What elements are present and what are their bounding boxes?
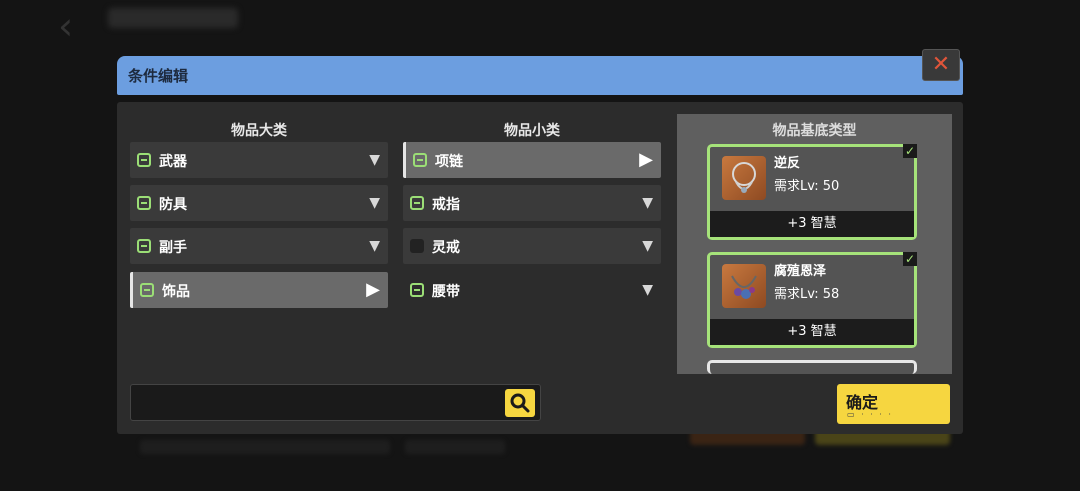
dialog-title: 条件编辑 bbox=[128, 67, 189, 85]
major-item-label: 副手 bbox=[159, 240, 187, 256]
back-arrow-icon: ‹ bbox=[58, 4, 74, 48]
background-bar bbox=[140, 440, 390, 454]
expand-right-arrow-icon: ▶ bbox=[639, 149, 653, 170]
base-item-name: 逆反 bbox=[774, 156, 801, 171]
major-item-label: 防具 bbox=[159, 197, 187, 213]
confirm-button[interactable]: 确定 ▭ · · · · bbox=[837, 384, 950, 424]
minor-item-label: 戒指 bbox=[432, 197, 460, 213]
major-item-accessory[interactable]: 饰品 ▶ bbox=[130, 272, 388, 308]
dropdown-arrow-icon: ▼ bbox=[369, 195, 380, 211]
background-title bbox=[108, 8, 238, 28]
base-item-name: 腐殖恩泽 bbox=[774, 264, 827, 279]
major-column-header: 物品大类 bbox=[231, 123, 287, 139]
major-item-label: 武器 bbox=[159, 154, 187, 170]
minor-item-ring[interactable]: 戒指 ▼ bbox=[403, 185, 661, 221]
minor-item-label: 项链 bbox=[435, 154, 463, 170]
keyboard-hint-icon: ▭ · · · · bbox=[847, 410, 893, 419]
major-item-offhand[interactable]: 副手 ▼ bbox=[130, 228, 388, 264]
base-item-stat: +3 智慧 bbox=[710, 211, 914, 237]
checkbox-partial-icon[interactable] bbox=[410, 283, 424, 297]
background-bar bbox=[405, 440, 505, 454]
close-icon: ✕ bbox=[931, 52, 951, 77]
base-item-card[interactable]: ✓ 腐殖恩泽 需求Lv: 58 +3 智慧 bbox=[707, 252, 917, 348]
expand-right-arrow-icon: ▶ bbox=[366, 279, 380, 300]
dropdown-arrow-icon: ▼ bbox=[369, 152, 380, 168]
minor-item-label: 灵戒 bbox=[432, 240, 460, 256]
dialog-header: 条件编辑 bbox=[117, 56, 963, 95]
checkbox-partial-icon[interactable] bbox=[137, 153, 151, 167]
necklace-item-icon bbox=[722, 156, 766, 200]
base-item-card[interactable]: ✓ 逆反 需求Lv: 50 +3 智慧 bbox=[707, 144, 917, 240]
base-item-requirement: 需求Lv: 58 bbox=[774, 287, 840, 302]
minor-item-label: 腰带 bbox=[432, 284, 460, 300]
checkbox-partial-icon[interactable] bbox=[413, 153, 427, 167]
major-item-armor[interactable]: 防具 ▼ bbox=[130, 185, 388, 221]
dropdown-arrow-icon: ▼ bbox=[642, 238, 653, 254]
dropdown-arrow-icon: ▼ bbox=[642, 282, 653, 298]
dropdown-arrow-icon: ▼ bbox=[369, 238, 380, 254]
base-column-header: 物品基底类型 bbox=[772, 123, 857, 139]
checkbox-empty-icon[interactable] bbox=[410, 239, 424, 253]
check-icon: ✓ bbox=[903, 144, 917, 158]
check-icon: ✓ bbox=[903, 252, 917, 266]
major-item-weapon[interactable]: 武器 ▼ bbox=[130, 142, 388, 178]
minor-item-spirit-ring[interactable]: 灵戒 ▼ bbox=[403, 228, 661, 264]
checkbox-partial-icon[interactable] bbox=[140, 283, 154, 297]
minor-column-header: 物品小类 bbox=[504, 123, 560, 139]
major-item-label: 饰品 bbox=[162, 284, 190, 300]
base-item-card[interactable] bbox=[707, 360, 917, 374]
base-item-stat: +3 智慧 bbox=[710, 319, 914, 345]
base-item-requirement: 需求Lv: 50 bbox=[774, 179, 840, 194]
search-field[interactable] bbox=[130, 384, 541, 421]
condition-edit-dialog: 条件编辑 ✕ 物品大类 物品小类 物品基底类型 武器 ▼ 防具 ▼ 副手 ▼ 饰… bbox=[117, 49, 963, 434]
minor-item-belt[interactable]: 腰带 ▼ bbox=[403, 272, 661, 308]
dialog-body: 物品大类 物品小类 物品基底类型 武器 ▼ 防具 ▼ 副手 ▼ 饰品 ▶ 项链 bbox=[117, 102, 963, 434]
search-icon bbox=[510, 393, 530, 413]
necklace-item-icon bbox=[722, 264, 766, 308]
checkbox-partial-icon[interactable] bbox=[137, 239, 151, 253]
search-button[interactable] bbox=[505, 389, 535, 417]
checkbox-partial-icon[interactable] bbox=[137, 196, 151, 210]
base-type-panel[interactable]: ✓ 逆反 需求Lv: 50 +3 智慧 ✓ 腐殖恩泽 需求Lv: 58 +3 智… bbox=[677, 114, 952, 374]
checkbox-partial-icon[interactable] bbox=[410, 196, 424, 210]
minor-item-necklace[interactable]: 项链 ▶ bbox=[403, 142, 661, 178]
dropdown-arrow-icon: ▼ bbox=[642, 195, 653, 211]
close-button[interactable]: ✕ bbox=[922, 49, 960, 81]
